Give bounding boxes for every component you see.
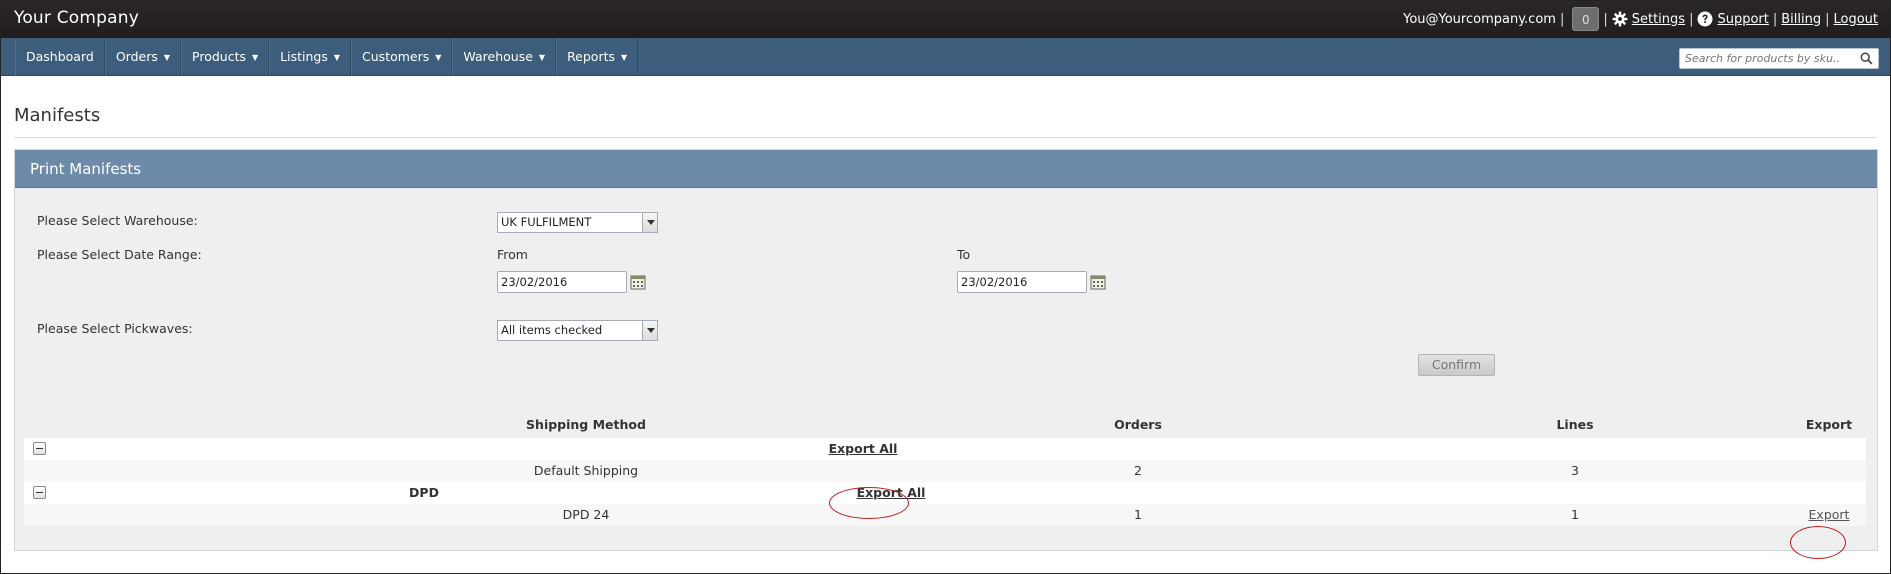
support-link[interactable]: Support bbox=[1717, 12, 1768, 27]
export-link[interactable]: Export bbox=[1809, 507, 1850, 522]
confirm-button[interactable]: Confirm bbox=[1418, 354, 1495, 376]
chevron-down-icon: ▼ bbox=[435, 53, 442, 62]
user-menu: You@Yourcompany.com | 0 | Settings | Sup… bbox=[1403, 7, 1878, 31]
table-row[interactable]: Default Shipping 2 3 bbox=[24, 460, 1866, 482]
group-row: Export All bbox=[24, 438, 1866, 460]
nav-item-warehouse[interactable]: Warehouse ▼ bbox=[452, 38, 557, 76]
group-name: DPD bbox=[409, 485, 439, 500]
chevron-down-icon: ▼ bbox=[333, 53, 341, 62]
lines-cell: 1 bbox=[1571, 507, 1579, 522]
warehouse-label: Please Select Warehouse: bbox=[37, 213, 198, 228]
nav-item-dashboard[interactable]: Dashboard bbox=[15, 38, 105, 76]
group-name bbox=[302, 438, 502, 460]
chevron-down-icon: ▼ bbox=[252, 53, 259, 62]
app-window: Your Company You@Yourcompany.com | 0 | S… bbox=[1, 1, 1890, 573]
nav-item-orders[interactable]: Orders ▼ bbox=[104, 38, 182, 76]
brand-logo[interactable]: Your Company bbox=[14, 8, 139, 28]
collapse-icon[interactable] bbox=[33, 442, 46, 455]
nav-item-reports[interactable]: Reports ▼ bbox=[556, 38, 639, 76]
nav-item-label: Products bbox=[192, 49, 247, 64]
calendar-icon[interactable] bbox=[1090, 274, 1106, 290]
orders-cell: 1 bbox=[1134, 507, 1142, 522]
shipping-method-cell: DPD 24 bbox=[562, 507, 610, 522]
main-nav-bar: Dashboard Orders ▼ Products ▼ Listings ▼ Cu… bbox=[1, 38, 1890, 76]
nav-item-listings[interactable]: Listings ▼ bbox=[269, 38, 352, 76]
separator: | bbox=[1603, 11, 1608, 27]
highlight-ring bbox=[829, 487, 909, 519]
column-header-orders[interactable]: Orders bbox=[1088, 412, 1188, 438]
separator: | bbox=[1772, 11, 1778, 27]
export-cell: Export bbox=[1794, 504, 1864, 526]
chevron-down-icon: ▼ bbox=[163, 53, 171, 62]
lines-cell: 3 bbox=[1571, 463, 1579, 478]
help-icon[interactable] bbox=[1697, 11, 1713, 27]
export-all-cell: Export All bbox=[798, 438, 928, 460]
print-manifests-panel: Print Manifests Please Select Warehouse:… bbox=[14, 149, 1878, 559]
divider bbox=[14, 137, 1877, 138]
pickwaves-select[interactable]: All items checked bbox=[497, 320, 658, 341]
dropdown-arrow-icon[interactable] bbox=[642, 321, 657, 340]
logout-link[interactable]: Logout bbox=[1833, 12, 1878, 27]
pickwaves-select-value: All items checked bbox=[501, 323, 603, 337]
to-label: To bbox=[957, 247, 971, 262]
from-date-field[interactable]: 23/02/2016 bbox=[497, 271, 627, 293]
notification-badge[interactable]: 0 bbox=[1572, 7, 1600, 31]
highlight-ring bbox=[1790, 526, 1846, 559]
settings-link[interactable]: Settings bbox=[1632, 12, 1685, 27]
separator: | bbox=[1825, 11, 1830, 27]
user-email: You@Yourcompany.com bbox=[1403, 11, 1556, 27]
nav-item-label: Customers bbox=[362, 49, 430, 64]
group-row: DPD Export All bbox=[24, 482, 1866, 504]
column-header-export[interactable]: Export bbox=[1794, 412, 1864, 438]
separator: | bbox=[1689, 11, 1694, 27]
to-date-field[interactable]: 23/02/2016 bbox=[957, 271, 1087, 293]
column-header-shipping-method[interactable]: Shipping Method bbox=[486, 412, 686, 438]
export-all-link[interactable]: Export All bbox=[829, 441, 898, 456]
warehouse-select[interactable]: UK FULFILMENT bbox=[497, 212, 658, 233]
search-input[interactable] bbox=[1680, 49, 1856, 68]
nav-item-label: Listings bbox=[280, 49, 328, 64]
product-search bbox=[1679, 48, 1879, 69]
from-label: From bbox=[497, 247, 528, 262]
separator: | bbox=[1559, 11, 1565, 27]
orders-cell: 2 bbox=[1134, 463, 1142, 478]
nav-item-label: Orders bbox=[115, 49, 158, 64]
gear-icon[interactable] bbox=[1612, 11, 1628, 27]
nav-item-products[interactable]: Products ▼ bbox=[181, 38, 270, 76]
nav-item-label: Warehouse bbox=[463, 49, 533, 64]
billing-link[interactable]: Billing bbox=[1781, 12, 1821, 27]
top-bar: Your Company You@Yourcompany.com | 0 | S… bbox=[1, 1, 1890, 38]
nav-item-customers[interactable]: Customers ▼ bbox=[351, 38, 453, 76]
chevron-down-icon: ▼ bbox=[621, 53, 628, 62]
pickwaves-label: Please Select Pickwaves: bbox=[37, 321, 193, 336]
shipping-method-cell: Default Shipping bbox=[533, 463, 639, 478]
panel-title: Print Manifests bbox=[15, 150, 1877, 188]
calendar-icon[interactable] bbox=[630, 274, 646, 290]
table-row[interactable]: DPD 24 1 1 Export bbox=[24, 504, 1866, 526]
export-cell bbox=[1794, 460, 1864, 482]
dropdown-arrow-icon[interactable] bbox=[642, 213, 657, 232]
search-icon[interactable] bbox=[1860, 52, 1873, 65]
page-title: Manifests bbox=[14, 105, 101, 126]
table-header: Shipping Method Orders Lines Export bbox=[24, 412, 1866, 438]
collapse-icon[interactable] bbox=[33, 486, 46, 499]
date-range-label: Please Select Date Range: bbox=[37, 247, 202, 262]
column-header-lines[interactable]: Lines bbox=[1525, 412, 1625, 438]
chevron-down-icon: ▼ bbox=[538, 53, 546, 62]
warehouse-select-value: UK FULFILMENT bbox=[501, 215, 592, 229]
nav-item-label: Dashboard bbox=[26, 49, 94, 64]
nav-item-label: Reports bbox=[567, 49, 616, 64]
main-nav: Dashboard Orders ▼ Products ▼ Listings ▼ Cu… bbox=[15, 38, 639, 76]
